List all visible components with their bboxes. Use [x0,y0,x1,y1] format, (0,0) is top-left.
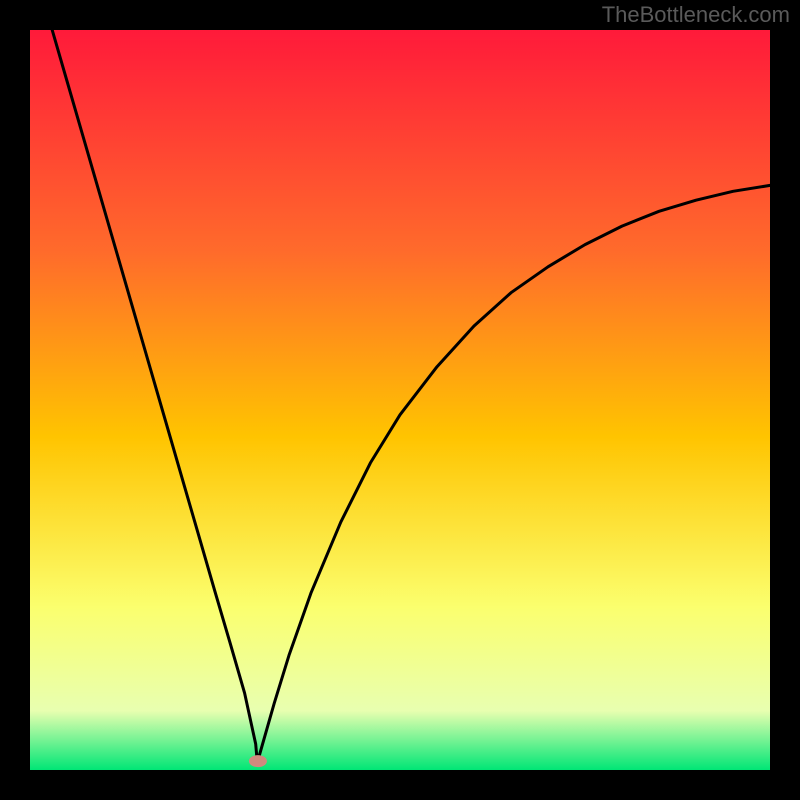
chart-svg: TheBottleneck.com [0,0,800,800]
plot-area [30,30,770,770]
minimum-marker [249,755,267,767]
chart-container: TheBottleneck.com [0,0,800,800]
attribution-text: TheBottleneck.com [602,2,790,27]
